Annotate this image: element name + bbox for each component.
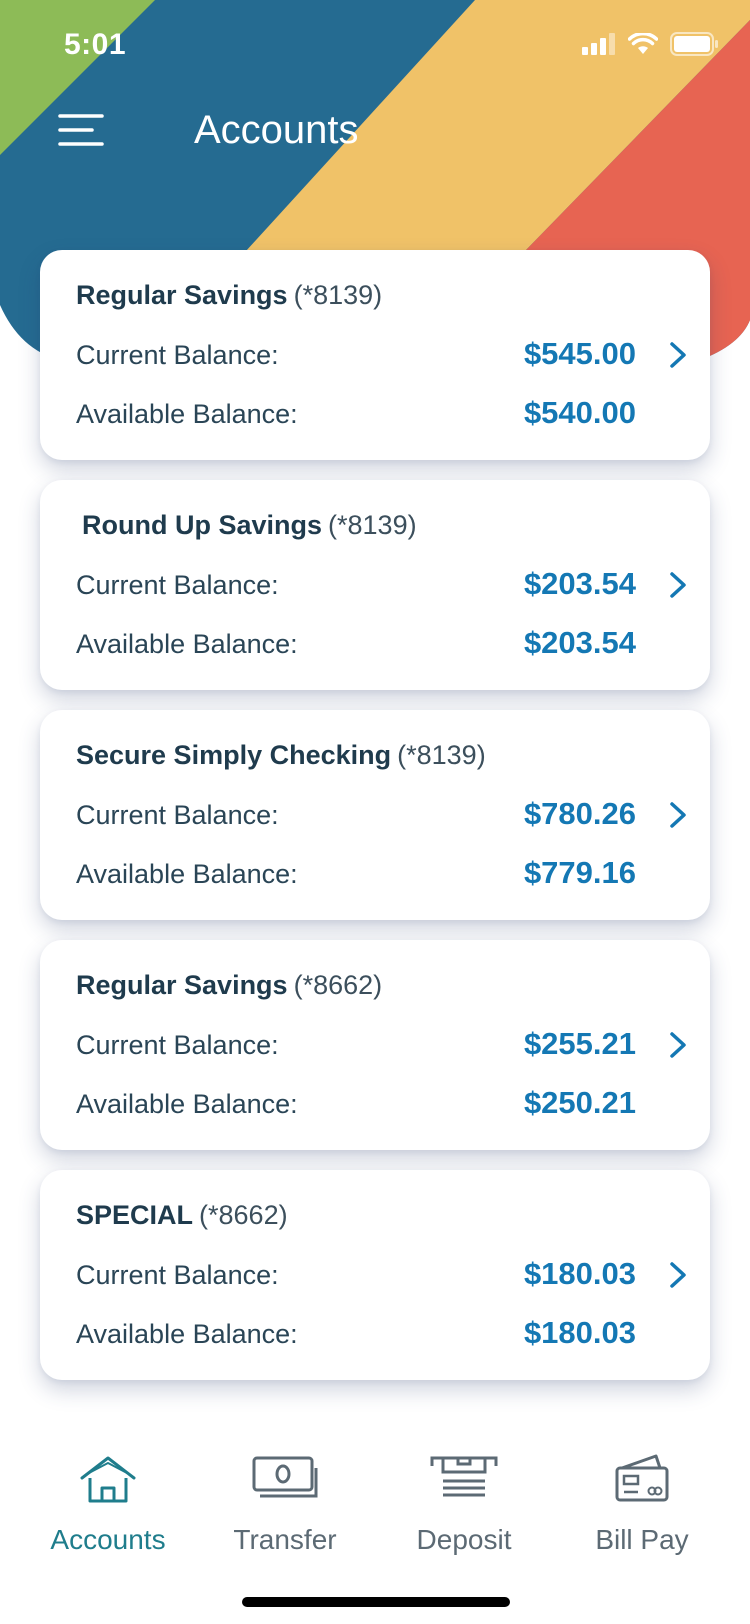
account-number: (*8139): [397, 740, 486, 770]
available-balance-row: Available Balance: $203.54: [76, 625, 636, 665]
account-card[interactable]: Round Up Savings (*8139) Current Balance:…: [40, 480, 710, 690]
menu-button[interactable]: [58, 113, 106, 149]
current-balance-label: Current Balance:: [76, 1030, 279, 1060]
available-balance-value: $180.03: [523, 1315, 636, 1350]
hamburger-menu-icon: [58, 114, 104, 146]
available-balance-value: $250.21: [523, 1085, 636, 1120]
account-name: Secure Simply Checking: [76, 740, 392, 770]
current-balance-label: Current Balance:: [76, 340, 279, 370]
account-title: Secure Simply Checking (*8139): [76, 740, 486, 771]
account-title: SPECIAL (*8662): [76, 1200, 288, 1231]
current-balance-value: $780.26: [523, 796, 636, 831]
account-name: Regular Savings: [76, 280, 288, 310]
current-balance-value: $180.03: [523, 1256, 636, 1291]
account-card[interactable]: SPECIAL (*8662) Current Balance: $180.03 …: [40, 1170, 710, 1380]
deposit-icon: [430, 1456, 498, 1497]
available-balance-row: Available Balance: $250.21: [76, 1085, 636, 1125]
nav-label: Deposit: [416, 1524, 512, 1555]
account-title: Regular Savings (*8662): [76, 970, 382, 1001]
available-balance-value: $540.00: [523, 395, 636, 430]
nav-label: Transfer: [233, 1524, 337, 1555]
current-balance-label: Current Balance:: [76, 1260, 279, 1290]
available-balance-label: Available Balance:: [76, 1089, 298, 1119]
chevron-right-icon[interactable]: [666, 340, 690, 370]
available-balance-row: Available Balance: $779.16: [76, 855, 636, 895]
account-title: Regular Savings (*8139): [76, 280, 382, 311]
wifi-icon: [628, 33, 658, 54]
current-balance-row: Current Balance: $255.21: [76, 1026, 636, 1066]
current-balance-label: Current Balance:: [76, 570, 279, 600]
status-bar: 5:01: [0, 0, 750, 90]
status-time: 5:01: [64, 28, 127, 61]
current-balance-row: Current Balance: $180.03: [76, 1256, 636, 1296]
available-balance-label: Available Balance:: [76, 1319, 298, 1349]
available-balance-value: $779.16: [523, 855, 636, 890]
account-name: Round Up Savings: [82, 510, 323, 540]
nav-accounts[interactable]: Accounts: [18, 1440, 198, 1570]
available-balance-label: Available Balance:: [76, 629, 298, 659]
home-indicator[interactable]: [242, 1597, 510, 1607]
available-balance-label: Available Balance:: [76, 859, 298, 889]
status-icons: [582, 32, 720, 56]
current-balance-row: Current Balance: $780.26: [76, 796, 636, 836]
current-balance-value: $203.54: [523, 566, 636, 601]
account-number: (*8139): [328, 510, 417, 540]
bill-pay-card-icon: [615, 1454, 669, 1502]
home-icon: [80, 1456, 136, 1503]
nav-label: Accounts: [50, 1524, 166, 1555]
page-title: Accounts: [194, 108, 359, 152]
available-balance-row: Available Balance: $180.03: [76, 1315, 636, 1355]
current-balance-row: Current Balance: $545.00: [76, 336, 636, 376]
current-balance-row: Current Balance: $203.54: [76, 566, 636, 606]
nav-deposit[interactable]: Deposit: [374, 1440, 554, 1570]
chevron-right-icon[interactable]: [666, 1030, 690, 1060]
available-balance-row: Available Balance: $540.00: [76, 395, 636, 435]
current-balance-label: Current Balance:: [76, 800, 279, 830]
bottom-nav: Accounts Transfer Deposit Bill Pay: [0, 1440, 750, 1570]
current-balance-value: $545.00: [523, 336, 636, 371]
current-balance-value: $255.21: [523, 1026, 636, 1061]
account-name: SPECIAL: [76, 1200, 194, 1230]
accounts-list: Regular Savings (*8139) Current Balance: …: [40, 250, 710, 1400]
available-balance-label: Available Balance:: [76, 399, 298, 429]
available-balance-value: $203.54: [523, 625, 636, 660]
account-number: (*8139): [293, 280, 383, 310]
battery-icon: [670, 32, 718, 56]
money-transfer-icon: [252, 1456, 318, 1498]
chevron-right-icon[interactable]: [666, 1260, 690, 1290]
account-name: Regular Savings: [76, 970, 288, 1000]
nav-label: Bill Pay: [595, 1524, 689, 1555]
account-card[interactable]: Regular Savings (*8139) Current Balance: …: [40, 250, 710, 460]
chevron-right-icon[interactable]: [666, 800, 690, 830]
account-number: (*8662): [199, 1200, 288, 1230]
nav-bill-pay[interactable]: Bill Pay: [552, 1440, 732, 1570]
account-title: Round Up Savings (*8139): [82, 510, 417, 541]
account-number: (*8662): [293, 970, 383, 1000]
nav-transfer[interactable]: Transfer: [195, 1440, 375, 1570]
account-card[interactable]: Secure Simply Checking (*8139) Current Ba…: [40, 710, 710, 920]
signal-icon: [582, 33, 615, 55]
account-card[interactable]: Regular Savings (*8662) Current Balance: …: [40, 940, 710, 1150]
chevron-right-icon[interactable]: [666, 570, 690, 600]
